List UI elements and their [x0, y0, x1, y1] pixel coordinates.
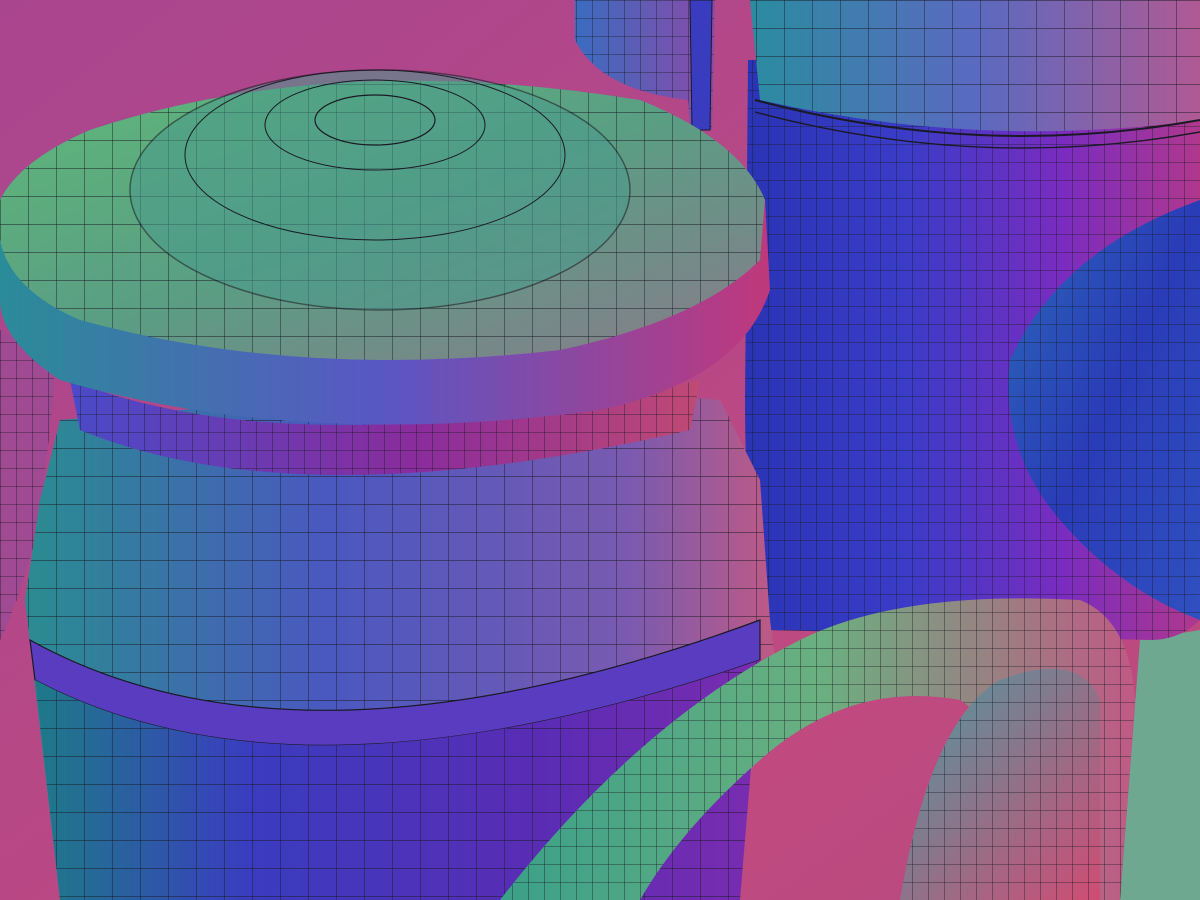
- wireframe-render: [0, 0, 1200, 900]
- lid-object: [0, 69, 770, 425]
